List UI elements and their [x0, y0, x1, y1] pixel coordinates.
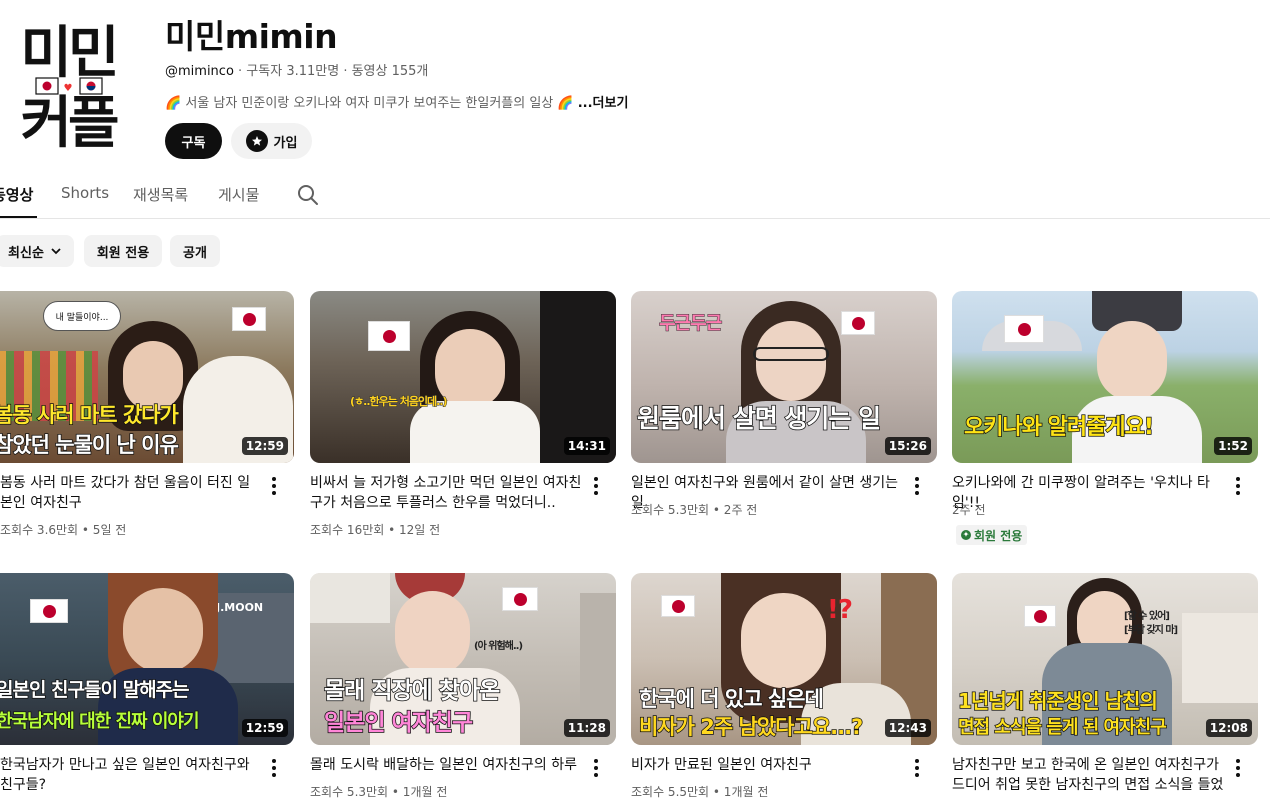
video-stats: 조회수 5.3만회 • 1개월 전 — [310, 785, 448, 799]
chevron-down-icon — [51, 248, 61, 255]
thumbnail-caption: 원룸에서 살면 생기는 일 — [636, 403, 882, 434]
channel-description[interactable]: 🌈 서울 남자 민준이랑 오키나와 여자 미쿠가 보여주는 한일커플의 일상 🌈… — [165, 92, 628, 111]
video-stats: 조회수 5.5만회 • 1개월 전 — [631, 785, 769, 799]
logo-text-bottom: 커플 — [20, 91, 118, 156]
thumbnail-caption: 일본인 친구들이 말해주는 — [0, 678, 190, 702]
more-options-icon[interactable] — [269, 477, 279, 495]
video-duration: 1:52 — [1214, 437, 1252, 455]
japan-flag-icon — [661, 595, 695, 617]
thumbnail-caption: 비자가 2주 남았다고요...? — [638, 714, 864, 740]
search-icon[interactable] — [296, 183, 320, 207]
more-link[interactable]: ...더보기 — [578, 96, 629, 111]
more-options-icon[interactable] — [1233, 759, 1243, 777]
members-only-badge: ✦ 회원 전용 — [956, 525, 1028, 545]
star-icon — [245, 130, 268, 152]
store-sign-text: J.MOON — [216, 601, 264, 614]
sort-label: 최신순 — [8, 245, 44, 261]
channel-name: 미민mimin — [165, 17, 338, 56]
more-options-icon[interactable] — [591, 759, 601, 777]
sort-chip[interactable]: 최신순 — [0, 235, 74, 267]
thumbnail-caption: [부담 갖지 마] — [1124, 625, 1178, 636]
video-duration: 11:28 — [563, 719, 610, 737]
video-title[interactable]: 오키나와에 간 미쿠짱이 알려주는 '우치나 타임'!! — [952, 473, 1228, 513]
video-title[interactable]: 비자가 만료된 일본인 여자친구 — [631, 755, 907, 775]
video-title[interactable]: 남자친구만 보고 한국에 온 일본인 여자친구가 드디어 취업 못한 남자친구의… — [952, 755, 1228, 795]
thumbnail-caption: (ㅎ..한우는 처음인데..) — [350, 395, 449, 409]
channel-avatar[interactable]: 미민 ♥ 커플 — [0, 0, 150, 160]
video-duration: 12:59 — [241, 719, 288, 737]
members-only-label: 회원 전용 — [974, 528, 1023, 543]
video-stats: 조회수 3.6만회 • 5일 전 — [0, 523, 127, 537]
japan-flag-icon — [232, 307, 266, 331]
thumbnail-caption: 몰래 직장에 찾아온 — [323, 677, 501, 705]
thumbnail-caption: 1년넘게 취준생인 남친의 — [957, 688, 1158, 714]
video-duration: 15:26 — [884, 437, 931, 455]
speech-bubble-text: 내 말들이야... — [55, 312, 109, 323]
video-title[interactable]: 몰래 도시락 배달하는 일본인 여자친구의 하루 — [310, 755, 586, 775]
thumbnail-caption: !? — [827, 595, 853, 625]
chip-public[interactable]: 공개 — [170, 235, 220, 267]
japan-flag-icon — [1024, 605, 1056, 627]
japan-flag-icon — [1004, 315, 1044, 343]
video-thumbnail[interactable]: (ㅎ..한우는 처음인데..) 14:31 — [310, 291, 616, 463]
video-duration: 14:31 — [563, 437, 610, 455]
video-stats: 2주 전 — [952, 503, 986, 517]
thumbnail-caption: 참았던 눈물이 난 이유 — [0, 432, 180, 458]
logo-text-top: 미민 — [20, 21, 115, 86]
thumbnail-caption: 일본인 여자친구 — [323, 709, 474, 737]
video-title[interactable]: 비싸서 늘 저가형 소고기만 먹던 일본인 여자친구가 처음으로 투플러스 한우… — [310, 473, 586, 513]
join-button[interactable]: 가입 — [231, 123, 312, 159]
thumbnail-caption: 면접 소식을 듣게 된 여자친구 — [957, 716, 1167, 739]
thumbnail-caption: (아 위험해..) — [474, 641, 523, 652]
more-options-icon[interactable] — [912, 759, 922, 777]
thumbnail-caption: [할 수 있어] — [1124, 611, 1170, 622]
thumbnail-caption: 두근두근 — [658, 313, 722, 335]
japan-flag-icon — [841, 311, 875, 335]
thumbnail-caption: 봄동 사러 마트 갔다가 — [0, 402, 180, 428]
video-thumbnail[interactable]: !? 한국에 더 있고 싶은데 비자가 2주 남았다고요...? 12:43 — [631, 573, 937, 745]
thumbnail-caption: 오키나와 알려줄게요! — [963, 414, 1154, 441]
japan-flag-icon — [502, 587, 538, 611]
channel-stats: · 구독자 3.11만명 · 동영상 155개 — [233, 64, 429, 79]
channel-handle: @miminco — [165, 64, 234, 79]
more-options-icon[interactable] — [269, 759, 279, 777]
video-title[interactable]: 봄동 사러 마트 갔다가 참던 울음이 터진 일본인 여자친구 — [0, 473, 262, 513]
video-duration: 12:08 — [1205, 719, 1252, 737]
video-thumbnail[interactable]: J.MOON 일본인 친구들이 말해주는 한국남자에 대한 진짜 이야기 12:… — [0, 573, 294, 745]
video-thumbnail[interactable]: 두근두근 원룸에서 살면 생기는 일 15:26 — [631, 291, 937, 463]
japan-flag-icon — [368, 321, 410, 351]
thumbnail-caption: 한국에 더 있고 싶은데 — [638, 686, 824, 712]
subscribe-button[interactable]: 구독 — [165, 123, 222, 159]
speech-bubble: 내 말들이야... — [43, 301, 121, 331]
video-duration: 12:59 — [241, 437, 288, 455]
video-thumbnail[interactable]: 내 말들이야... 봄동 사러 마트 갔다가 참았던 눈물이 난 이유 12:5… — [0, 291, 294, 463]
channel-meta: @miminco · 구독자 3.11만명 · 동영상 155개 — [165, 60, 428, 79]
tab-playlists[interactable]: 재생목록 — [133, 184, 188, 205]
video-thumbnail[interactable]: (아 위험해..) 몰래 직장에 찾아온 일본인 여자친구 11:28 — [310, 573, 616, 745]
more-options-icon[interactable] — [912, 477, 922, 495]
video-stats: 조회수 16만회 • 12일 전 — [310, 523, 441, 537]
video-thumbnail[interactable]: [할 수 있어] [부담 갖지 마] 1년넘게 취준생인 남친의 면접 소식을 … — [952, 573, 1258, 745]
more-options-icon[interactable] — [591, 477, 601, 495]
active-tab-indicator — [0, 216, 37, 218]
tab-shorts[interactable]: Shorts — [61, 184, 109, 202]
japan-flag-icon — [30, 599, 68, 623]
description-text: 🌈 서울 남자 민준이랑 오키나와 여자 미쿠가 보여주는 한일커플의 일상 🌈 — [165, 96, 574, 111]
tab-videos[interactable]: 동영상 — [0, 184, 33, 205]
thumbnail-caption: 한국남자에 대한 진짜 이야기 — [0, 710, 200, 733]
more-options-icon[interactable] — [1233, 477, 1243, 495]
chip-members-only[interactable]: 회원 전용 — [84, 235, 162, 267]
video-title[interactable]: 한국남자가 만나고 싶은 일본인 여자친구와 친구들? — [0, 755, 262, 795]
video-thumbnail[interactable]: 오키나와 알려줄게요! 1:52 — [952, 291, 1258, 463]
tab-posts[interactable]: 게시물 — [218, 184, 259, 205]
channel-tabs: 동영상 Shorts 재생목록 게시물 — [0, 176, 1270, 219]
members-icon: ✦ — [961, 530, 971, 540]
video-duration: 12:43 — [884, 719, 931, 737]
video-stats: 조회수 5.3만회 • 2주 전 — [631, 503, 758, 517]
join-label: 가입 — [273, 134, 298, 150]
store-sign: J.MOON — [216, 601, 263, 614]
